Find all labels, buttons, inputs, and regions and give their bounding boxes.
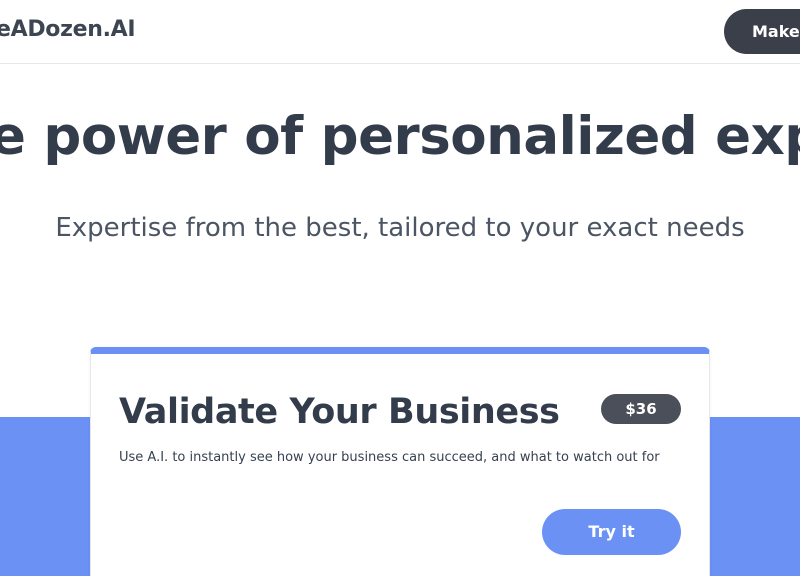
hero-title: e power of personalized expert bbox=[0, 106, 800, 167]
card-title: Validate Your Business bbox=[119, 392, 560, 432]
price-badge: $36 bbox=[601, 394, 681, 424]
try-it-button[interactable]: Try it bbox=[542, 509, 681, 555]
logo[interactable]: eADozen.AI bbox=[0, 17, 136, 42]
header-cta-button[interactable]: Make y bbox=[724, 9, 800, 54]
page: eADozen.AI Make y e power of personalize… bbox=[0, 0, 800, 576]
card-description: Use A.I. to instantly see how your busin… bbox=[119, 450, 660, 465]
hero-subtitle: Expertise from the best, tailored to you… bbox=[55, 213, 745, 243]
product-card: Validate Your Business $36 Use A.I. to i… bbox=[90, 347, 710, 576]
site-header: eADozen.AI Make y bbox=[0, 0, 800, 64]
